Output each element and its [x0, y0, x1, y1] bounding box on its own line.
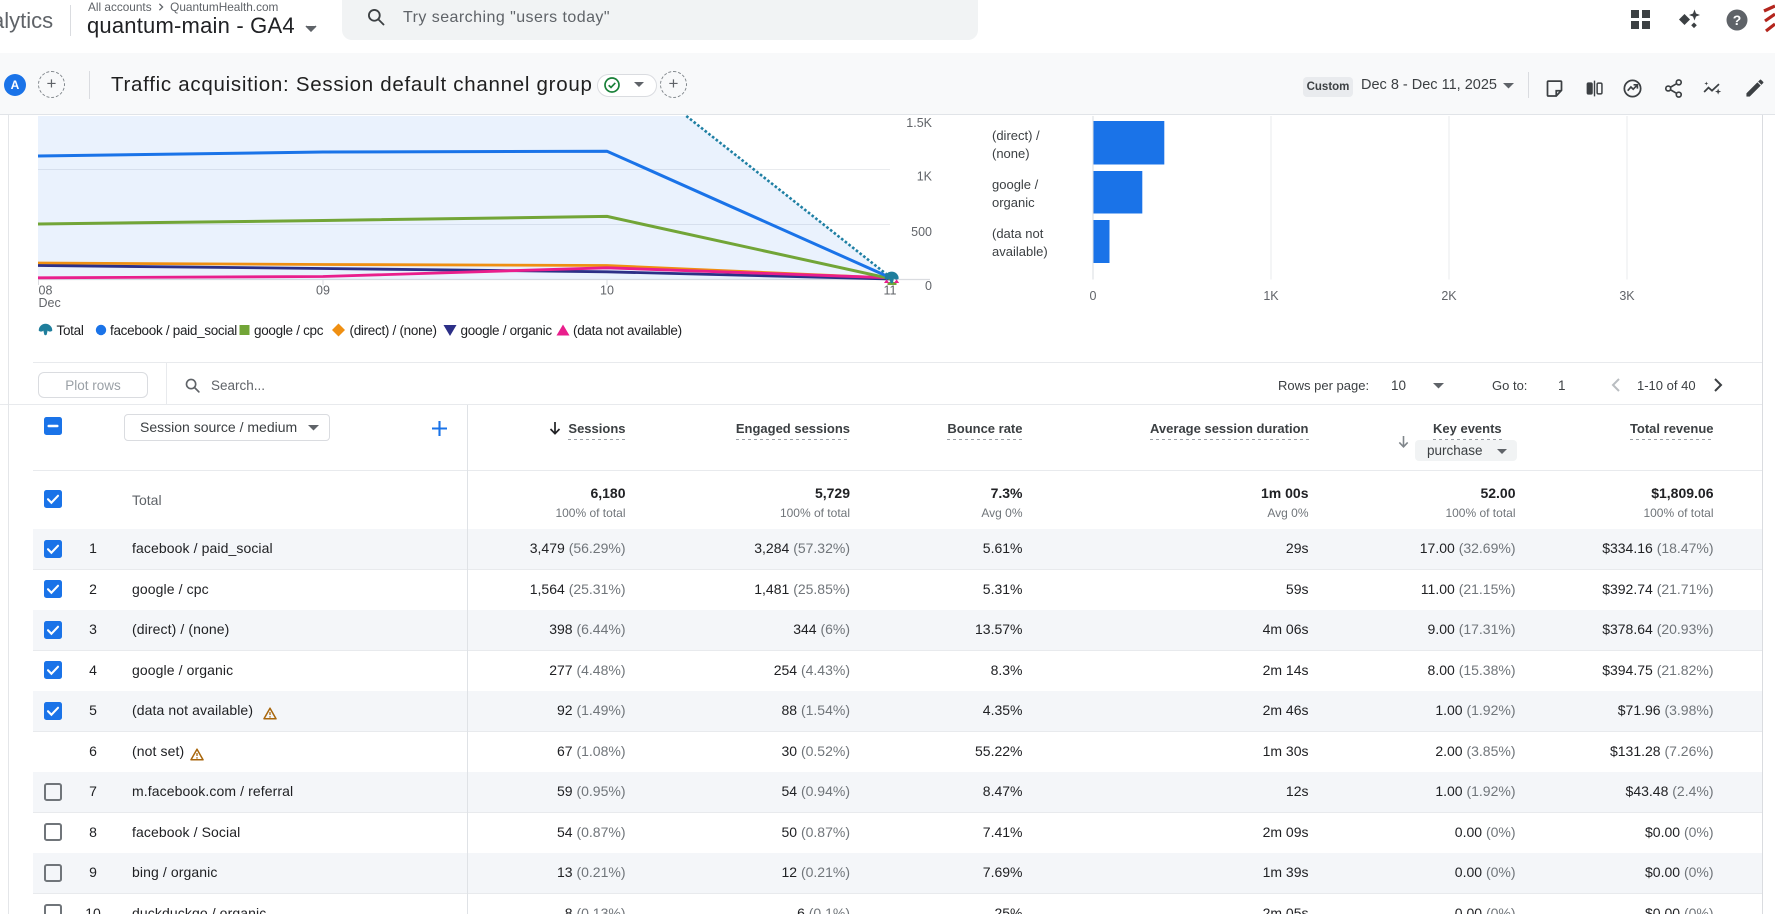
svg-text:available): available): [992, 244, 1048, 259]
svg-text:500: 500: [911, 225, 932, 239]
svg-text:?: ?: [1733, 12, 1742, 28]
svg-text:1K: 1K: [917, 170, 933, 184]
svg-text:09: 09: [316, 284, 330, 298]
svg-text:google /: google /: [992, 177, 1039, 192]
svg-text:(none): (none): [992, 146, 1030, 161]
svg-text:10: 10: [600, 284, 614, 298]
svg-text:1.5K: 1.5K: [906, 116, 932, 130]
svg-text:0: 0: [925, 279, 932, 293]
svg-text:0: 0: [1090, 289, 1097, 303]
svg-text:(data not: (data not: [992, 226, 1044, 241]
svg-text:organic: organic: [992, 195, 1035, 210]
svg-text:11: 11: [884, 284, 897, 298]
svg-text:1K: 1K: [1263, 289, 1279, 303]
svg-text:Dec: Dec: [39, 296, 61, 310]
svg-text:2K: 2K: [1441, 289, 1457, 303]
svg-text:(direct) /: (direct) /: [992, 128, 1040, 143]
svg-text:3K: 3K: [1619, 289, 1635, 303]
